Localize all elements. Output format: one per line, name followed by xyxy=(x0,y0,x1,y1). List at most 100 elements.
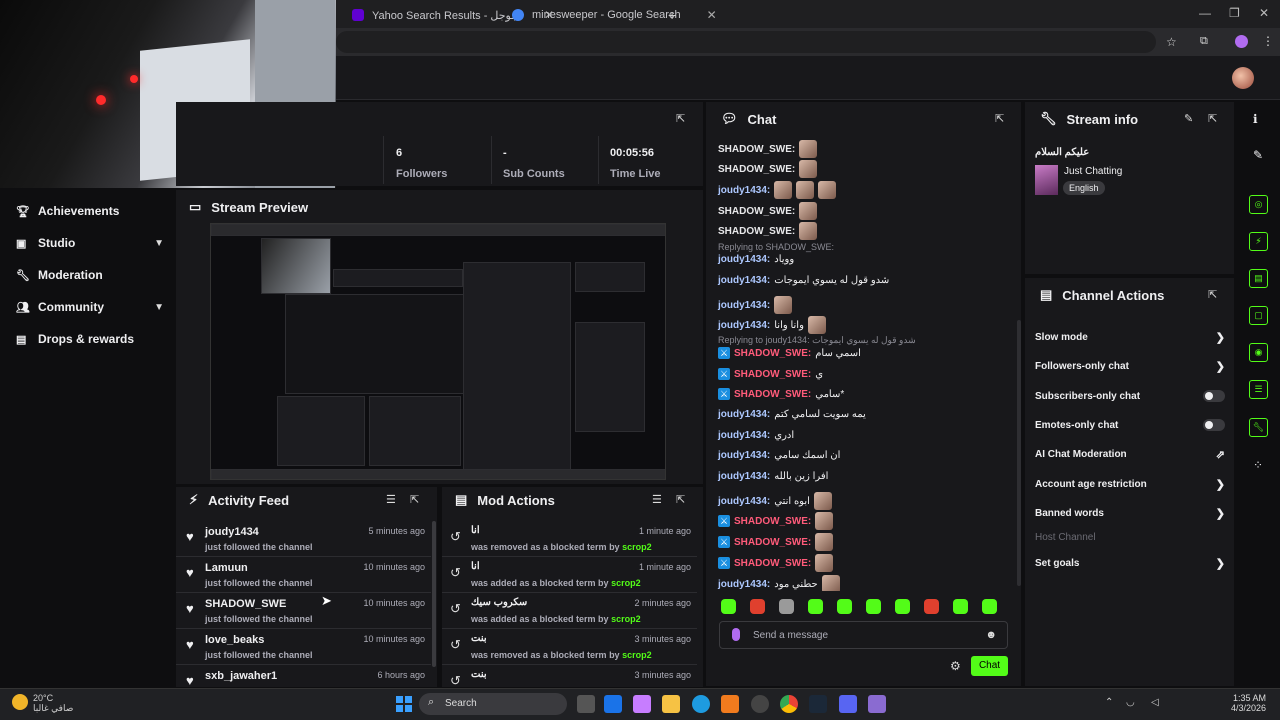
tab-google-search[interactable]: minesweeper - Google Search ✕ xyxy=(504,4,725,26)
wrench-icon[interactable]: 🔧︎ xyxy=(1249,418,1268,437)
chat-username[interactable]: SHADOW_SWE: xyxy=(734,389,811,400)
popout-icon[interactable]: ⇱ xyxy=(676,112,685,125)
volume-icon[interactable]: ◁ xyxy=(1151,697,1159,708)
emoji-picker-icon[interactable]: ☻ xyxy=(985,629,997,641)
moderator-name[interactable]: scrop2 xyxy=(622,542,652,552)
feed-user[interactable]: joudy1434 xyxy=(205,526,259,538)
avatar[interactable] xyxy=(1232,67,1254,89)
chat-username[interactable]: SHADOW_SWE: xyxy=(718,144,795,155)
wifi-icon[interactable]: ◡ xyxy=(1126,697,1135,708)
feed-user[interactable]: SHADOW_SWE xyxy=(205,598,286,610)
undo-icon[interactable]: ↺ xyxy=(450,565,461,581)
chat-username[interactable]: SHADOW_SWE: xyxy=(734,558,811,569)
emote-icon[interactable] xyxy=(982,599,997,614)
chat-username[interactable]: SHADOW_SWE: xyxy=(718,206,795,217)
feed-user[interactable]: Lamuun xyxy=(205,562,248,574)
chat-username[interactable]: SHADOW_SWE: xyxy=(734,537,811,548)
chat-username[interactable]: SHADOW_SWE: xyxy=(718,164,795,175)
moderator-name[interactable]: scrop2 xyxy=(622,650,652,660)
new-tab-button[interactable]: + xyxy=(660,4,684,26)
scrollbar[interactable] xyxy=(1017,320,1021,586)
steam-icon[interactable] xyxy=(809,695,827,713)
popout-icon[interactable]: ⇱ xyxy=(995,112,1004,125)
popout-icon[interactable]: ⇱ xyxy=(676,493,685,506)
app-icon[interactable] xyxy=(868,695,886,713)
sidebar-item-drops-rewards[interactable]: ▤ Drops & rewards xyxy=(16,332,164,346)
chat-username[interactable]: joudy1434: xyxy=(718,409,770,420)
set-goals-option[interactable]: Set goals ❯ xyxy=(1035,557,1225,570)
list-icon[interactable]: ☰ xyxy=(1249,380,1268,399)
pencil-icon[interactable]: ✎ xyxy=(1184,112,1193,125)
target-icon[interactable]: ◎ xyxy=(1249,195,1268,214)
chat-message-input[interactable]: Send a message ☻ xyxy=(719,621,1008,649)
moderator-name[interactable]: scrop2 xyxy=(611,614,641,624)
broadcast-icon[interactable]: ◉ xyxy=(1249,343,1268,362)
ai-chat-moderation-option[interactable]: AI Chat Moderation ⇗ xyxy=(1035,448,1225,461)
emote-icon[interactable] xyxy=(721,599,736,614)
emote-icon[interactable] xyxy=(837,599,852,614)
close-window-icon[interactable]: ✕ xyxy=(1259,6,1269,20)
pencil-icon[interactable]: ✎ xyxy=(1253,148,1263,162)
document-icon[interactable]: ▤ xyxy=(1249,269,1268,288)
chat-bubble-icon[interactable]: ▢ xyxy=(1249,306,1268,325)
chat-username[interactable]: joudy1434: xyxy=(718,471,770,482)
banned-words-option[interactable]: Banned words ❯ xyxy=(1035,507,1225,520)
emote-icon[interactable] xyxy=(953,599,968,614)
minimize-icon[interactable]: — xyxy=(1199,6,1211,20)
sidebar-item-studio[interactable]: ▣ Studio ▼ xyxy=(16,236,164,250)
more-options-icon[interactable]: ⁘ xyxy=(1253,458,1263,472)
popout-icon[interactable]: ⇱ xyxy=(1208,288,1217,301)
chat-username[interactable]: SHADOW_SWE: xyxy=(718,226,795,237)
undo-icon[interactable]: ↺ xyxy=(450,673,461,686)
sidebar-item-moderation[interactable]: 🔧︎ Moderation xyxy=(16,268,164,282)
undo-icon[interactable]: ↺ xyxy=(450,637,461,653)
undo-icon[interactable]: ↺ xyxy=(450,601,461,617)
chat-username[interactable]: SHADOW_SWE: xyxy=(734,516,811,527)
chat-username[interactable]: SHADOW_SWE: xyxy=(734,369,811,380)
filter-icon[interactable]: ☰ xyxy=(652,493,662,506)
sidebar-item-achievements[interactable]: 🏆︎ Achievements xyxy=(16,204,164,218)
subscribers-only-toggle[interactable] xyxy=(1203,390,1225,402)
emote-icon[interactable] xyxy=(895,599,910,614)
sidebar-item-community[interactable]: 👥︎ Community ▼ xyxy=(16,300,164,314)
chat-username[interactable]: joudy1434: xyxy=(718,579,770,590)
undo-icon[interactable]: ↺ xyxy=(450,529,461,545)
tray-chevron-icon[interactable]: ⌃ xyxy=(1105,697,1113,708)
discord-icon[interactable] xyxy=(839,695,857,713)
emote-icon[interactable] xyxy=(779,599,794,614)
info-icon[interactable]: ℹ xyxy=(1253,112,1258,126)
edge-icon[interactable] xyxy=(692,695,710,713)
maximize-icon[interactable]: ❐ xyxy=(1229,6,1240,20)
filter-icon[interactable]: ☰ xyxy=(386,493,396,506)
vlc-icon[interactable] xyxy=(721,695,739,713)
chrome-icon[interactable] xyxy=(780,695,798,713)
chat-username[interactable]: joudy1434: xyxy=(718,496,770,507)
chat-username[interactable]: joudy1434: xyxy=(718,254,770,265)
popout-icon[interactable]: ⇱ xyxy=(410,493,419,506)
microphone-icon[interactable] xyxy=(732,628,740,641)
copilot-icon[interactable] xyxy=(633,695,651,713)
chat-username[interactable]: joudy1434: xyxy=(718,430,770,441)
gear-icon[interactable]: ⚙ xyxy=(950,659,961,673)
chat-username[interactable]: joudy1434: xyxy=(718,450,770,461)
profile-icon[interactable] xyxy=(1235,35,1248,48)
browser-menu-icon[interactable]: ⋮ xyxy=(1262,34,1274,48)
emote-icon[interactable] xyxy=(750,599,765,614)
popout-icon[interactable]: ⇱ xyxy=(1208,112,1217,125)
taskbar-search[interactable]: ⌕ Search xyxy=(419,693,567,715)
chat-username[interactable]: joudy1434: xyxy=(718,320,770,331)
moderator-name[interactable]: scrop2 xyxy=(611,578,641,588)
send-chat-button[interactable]: Chat xyxy=(971,656,1008,676)
taskbar-clock[interactable]: 1:35 AM 4/3/2026 xyxy=(1204,693,1266,713)
bookmark-star-icon[interactable]: ☆ xyxy=(1166,35,1177,49)
stream-preview-video[interactable] xyxy=(210,223,666,480)
close-tab-icon[interactable]: ✕ xyxy=(707,8,717,22)
bolt-icon[interactable]: ⚡︎ xyxy=(1249,232,1268,251)
emote-icon[interactable] xyxy=(808,599,823,614)
weather-widget[interactable]: 20°C صافي غالبا xyxy=(33,693,73,714)
task-view-icon[interactable] xyxy=(577,695,595,713)
chat-username[interactable]: joudy1434: xyxy=(718,185,770,196)
file-explorer-icon[interactable] xyxy=(662,695,680,713)
windows-start-icon[interactable] xyxy=(396,696,412,712)
chat-username[interactable]: joudy1434: xyxy=(718,300,770,311)
